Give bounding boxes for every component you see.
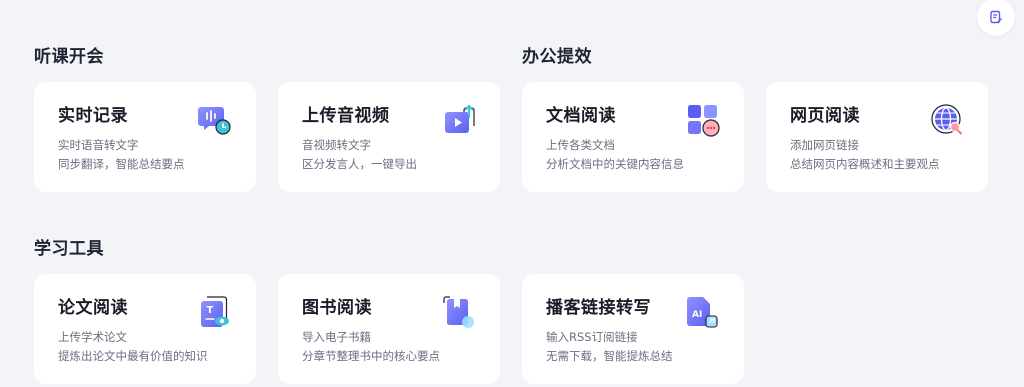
card-paper-read[interactable]: 论文阅读 上传学术论文 提炼出论文中最有价值的知识 T: [34, 274, 256, 384]
card-desc-line2: 分章节整理书中的核心要点: [302, 349, 440, 363]
card-desc-line2: 提炼出论文中最有价值的知识: [58, 349, 208, 363]
card-desc-line2: 无需下载，智能提炼总结: [546, 349, 673, 363]
card-desc-line1: 音视频转文字: [302, 138, 371, 152]
card-realtime-record[interactable]: 实时记录 实时语音转文字 同步翻译，智能总结要点: [34, 82, 256, 192]
card-desc-line1: 输入RSS订阅链接: [546, 330, 638, 344]
document-edit-icon: [990, 10, 1002, 24]
paper-eye-icon: T: [201, 296, 229, 327]
card-desc-line2: 总结网页内容概述和主要观点: [790, 157, 940, 171]
card-desc-line1: 添加网页链接: [790, 138, 859, 152]
card-book-read[interactable]: 图书阅读 导入电子书籍 分章节整理书中的核心要点: [278, 274, 500, 384]
card-desc-line2: 区分发言人，一键导出: [302, 157, 417, 171]
card-document-read[interactable]: 文档阅读 上传各类文档 分析文档中的关键内容信息: [522, 82, 744, 192]
section-title-listen: 听课开会: [34, 47, 104, 67]
section-title-study: 学习工具: [34, 239, 104, 259]
mic-clock-icon: [198, 107, 231, 135]
document-grid-icon: [688, 105, 720, 137]
ai-file-link-icon: AI: [687, 297, 718, 328]
notes-button[interactable]: [977, 0, 1015, 36]
card-desc-line1: 实时语音转文字: [58, 138, 139, 152]
card-desc-line1: 上传各类文档: [546, 138, 615, 152]
card-podcast-transcribe[interactable]: 播客链接转写 输入RSS订阅链接 无需下载，智能提炼总结 AI: [522, 274, 744, 384]
card-desc-line2: 分析文档中的关键内容信息: [546, 157, 684, 171]
book-icon: [443, 296, 474, 328]
card-desc-line1: 导入电子书籍: [302, 330, 371, 344]
card-desc-line2: 同步翻译，智能总结要点: [58, 157, 185, 171]
svg-text:AI: AI: [692, 310, 702, 320]
card-upload-av[interactable]: 上传音视频 音视频转文字 区分发言人，一键导出: [278, 82, 500, 192]
svg-text:T: T: [207, 305, 214, 316]
card-web-read[interactable]: 网页阅读 添加网页链接 总结网页内容概述和主要观点: [766, 82, 988, 192]
section-title-office: 办公提效: [522, 47, 592, 67]
globe-search-icon: [931, 104, 962, 135]
video-upload-icon: [445, 104, 475, 133]
card-desc-line1: 上传学术论文: [58, 330, 127, 344]
